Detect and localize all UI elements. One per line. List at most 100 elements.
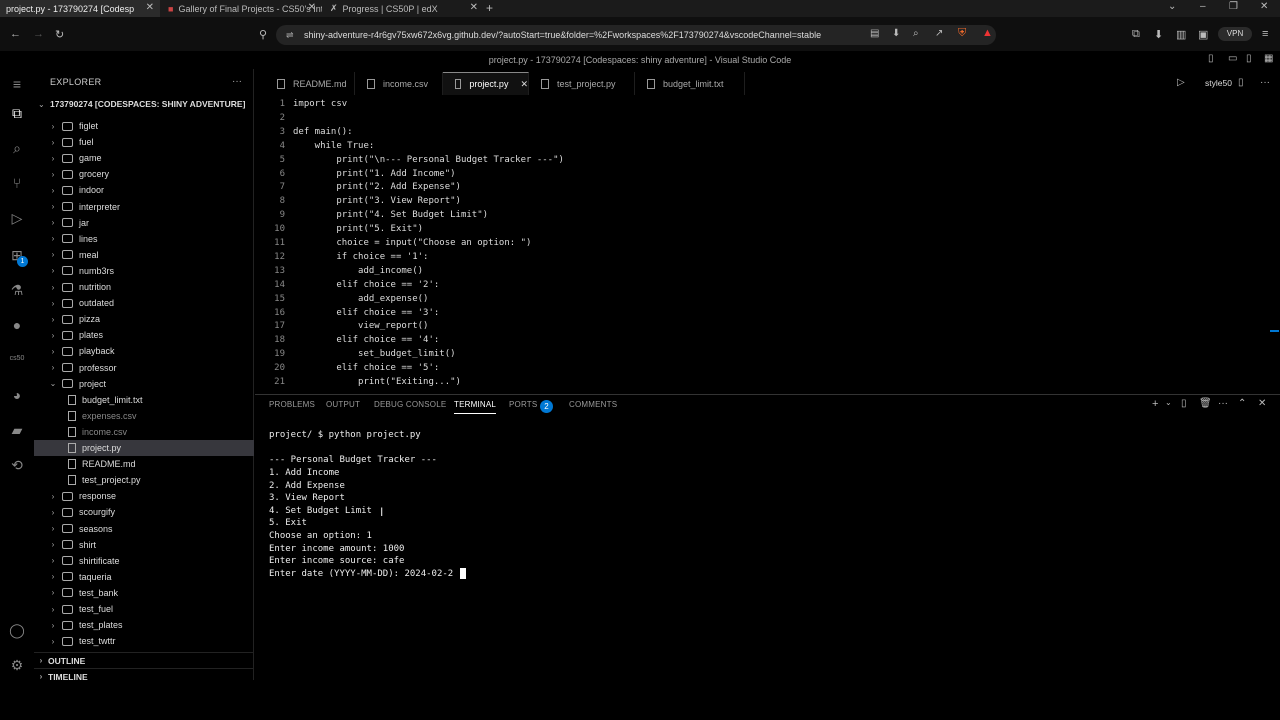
file-item[interactable]: project.py <box>34 440 254 456</box>
restore-button[interactable]: ❐ <box>1229 1 1238 12</box>
trash-icon[interactable]: 🗑 <box>1199 398 1212 409</box>
browser-tab-edx[interactable]: ✗ Progress | CS50P | edX ✕ <box>324 0 484 17</box>
sidebar-toggle-icon[interactable]: ▥ <box>1176 28 1186 41</box>
file-item[interactable]: expenses.csv <box>34 408 254 424</box>
run-icon[interactable]: ▷ <box>1177 77 1185 88</box>
close-icon[interactable]: ✕ <box>308 2 316 13</box>
bookmark-icon[interactable]: ⚲ <box>259 28 267 41</box>
folder-item[interactable]: › test_twttr <box>34 633 254 649</box>
outline-section[interactable]: › OUTLINE <box>34 652 254 668</box>
file-item[interactable]: income.csv <box>34 424 254 440</box>
folder-item[interactable]: › nutrition <box>34 279 254 295</box>
code-line[interactable]: print("\n--- Personal Budget Tracker ---… <box>293 153 564 167</box>
folder-item[interactable]: › lines <box>34 231 254 247</box>
tab-debug-console[interactable]: DEBUG CONSOLE <box>374 400 446 409</box>
menu-icon[interactable]: ≡ <box>1262 28 1268 40</box>
zoom-icon[interactable]: ⌕ <box>913 28 919 39</box>
remote-explorer-icon[interactable]: ⟲ <box>8 456 26 474</box>
brave-shield-icon[interactable]: ⛨ <box>958 27 966 40</box>
vpn-button[interactable]: VPN <box>1218 27 1252 41</box>
github-icon[interactable]: ● <box>8 316 26 334</box>
close-icon[interactable]: ✕ <box>146 2 154 13</box>
code-line[interactable]: while True: <box>293 139 375 153</box>
folder-item[interactable]: › outdated <box>34 295 254 311</box>
folder-item[interactable]: › meal <box>34 247 254 263</box>
tab-terminal[interactable]: TERMINAL <box>454 400 497 414</box>
folder-item[interactable]: › response <box>34 488 254 504</box>
browser-tab-project[interactable]: project.py - 173790274 [Codesp ✕ <box>0 0 160 17</box>
folder-item[interactable]: › seasons <box>34 521 254 537</box>
file-item[interactable]: README.md <box>34 456 254 472</box>
close-window-button[interactable]: ✕ <box>1260 1 1268 12</box>
back-icon[interactable]: ← <box>10 28 21 40</box>
folder-item[interactable]: › playback <box>34 343 254 359</box>
code-line[interactable]: print("2. Add Expense") <box>293 180 461 194</box>
tab-income-csv[interactable]: income.csv <box>355 72 443 95</box>
code-line[interactable]: add_income() <box>293 264 423 278</box>
download-page-icon[interactable]: ⬇ <box>892 28 900 39</box>
folder-item[interactable]: › figlet <box>34 118 254 134</box>
code-line[interactable]: elif choice == '2': <box>293 278 439 292</box>
reload-icon[interactable]: ↻ <box>55 28 64 41</box>
style50-button[interactable]: style50 <box>1205 78 1232 88</box>
new-tab-button[interactable]: + <box>486 1 493 15</box>
new-terminal-icon[interactable]: + <box>1152 398 1158 410</box>
code-line[interactable]: set_budget_limit() <box>293 347 456 361</box>
toggle-sidebar-icon[interactable]: ▯ <box>1208 53 1214 64</box>
code-line[interactable]: print("5. Exit") <box>293 222 423 236</box>
folder-item[interactable]: › scourgify <box>34 504 254 520</box>
browser-tab-gallery[interactable]: ■ Gallery of Final Projects - CS50's Intr… <box>162 0 322 17</box>
docker-icon[interactable]: ▰ <box>8 421 26 439</box>
menu-icon[interactable]: ≡ <box>8 75 26 93</box>
code-line[interactable]: def main(): <box>293 125 353 139</box>
customize-layout-icon[interactable]: ▦ <box>1264 53 1273 64</box>
code-line[interactable]: add_expense() <box>293 292 428 306</box>
folder-item[interactable]: › indoor <box>34 182 254 198</box>
folder-item[interactable]: › taqueria <box>34 569 254 585</box>
code-line[interactable]: elif choice == '4': <box>293 333 439 347</box>
close-icon[interactable]: ✕ <box>520 79 528 90</box>
more-actions-icon[interactable]: ··· <box>232 76 242 87</box>
toggle-secondary-sidebar-icon[interactable]: ▯ <box>1246 53 1252 64</box>
code-line[interactable]: view_report() <box>293 319 428 333</box>
share-icon[interactable]: ↗ <box>935 28 943 39</box>
code-line[interactable]: elif choice == '3': <box>293 306 439 320</box>
tab-test-project-py[interactable]: test_project.py <box>529 72 635 95</box>
brave-rewards-icon[interactable]: ▲ <box>982 27 993 39</box>
ducky-icon[interactable]: ◕ <box>8 386 26 404</box>
tab-comments[interactable]: COMMENTS <box>569 400 617 409</box>
code-line[interactable]: import csv <box>293 97 347 111</box>
split-editor-icon[interactable]: ▯ <box>1238 77 1244 88</box>
folder-item[interactable]: › test_fuel <box>34 601 254 617</box>
folder-item[interactable]: › professor <box>34 360 254 376</box>
forward-icon[interactable]: → <box>33 28 44 40</box>
folder-item[interactable]: › pizza <box>34 311 254 327</box>
folder-item[interactable]: ⌄ project <box>34 376 254 392</box>
more-actions-icon[interactable]: ··· <box>1218 398 1228 409</box>
address-bar[interactable]: ⇌ shiny-adventure-r4r6gv75xw672x6vg.githu… <box>276 25 996 45</box>
chevron-down-icon[interactable]: ⌄ <box>38 100 45 109</box>
workspace-root[interactable]: 173790274 [CODESPACES: SHINY ADVENTURE] <box>50 99 245 109</box>
folder-item[interactable]: › plates <box>34 327 254 343</box>
folder-item[interactable]: › jar <box>34 215 254 231</box>
run-debug-icon[interactable]: ▷ <box>8 209 26 227</box>
folder-item[interactable]: › test_plates <box>34 617 254 633</box>
folder-item[interactable]: › shirtificate <box>34 553 254 569</box>
folder-item[interactable]: › grocery <box>34 166 254 182</box>
file-item[interactable]: budget_limit.txt <box>34 392 254 408</box>
code-line[interactable]: print("1. Add Income") <box>293 167 455 181</box>
chevron-down-icon[interactable]: ⌄ <box>1165 398 1172 407</box>
tab-project-py[interactable]: project.py ✕ <box>443 72 529 95</box>
folder-item[interactable]: › interpreter <box>34 199 254 215</box>
downloads-icon[interactable]: ⬇ <box>1154 28 1163 41</box>
code-line[interactable]: elif choice == '5': <box>293 361 439 375</box>
folder-item[interactable]: › fuel <box>34 134 254 150</box>
tab-ports[interactable]: PORTS <box>509 400 537 409</box>
account-icon[interactable]: ◯ <box>8 621 26 639</box>
close-icon[interactable]: ✕ <box>470 2 478 13</box>
code-line[interactable]: choice = input("Choose an option: ") <box>293 236 531 250</box>
gear-icon[interactable]: ⚙ <box>8 656 26 674</box>
code-line[interactable]: print("3. View Report") <box>293 194 461 208</box>
extensions-icon[interactable]: ⧉ <box>1132 28 1140 41</box>
folder-item[interactable]: › numb3rs <box>34 263 254 279</box>
